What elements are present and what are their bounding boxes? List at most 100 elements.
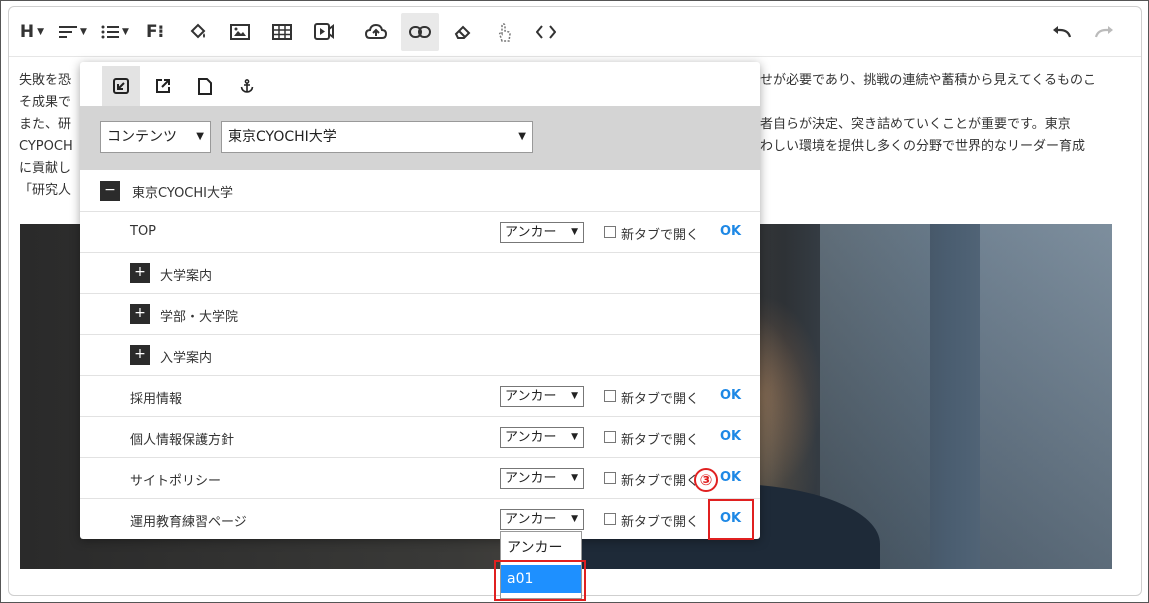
image-button[interactable] — [223, 13, 257, 51]
list-icon — [101, 25, 120, 39]
body-line: 者自らが決定、突き詰めていくことが重要です。東京 — [760, 117, 1071, 132]
external-link-icon — [156, 79, 170, 93]
fill-color-button[interactable] — [181, 13, 215, 51]
anchor-select[interactable]: アンカー ▼ — [500, 386, 584, 407]
ok-button[interactable]: OK — [720, 429, 741, 444]
anchor-select-open[interactable]: アンカー ▼ — [500, 509, 584, 530]
table-icon — [272, 24, 292, 40]
heading-label: H — [19, 22, 35, 42]
eraser-icon — [454, 25, 471, 39]
content-type-value: コンテンツ — [107, 129, 177, 145]
folder-label: 大学案内 — [160, 269, 213, 284]
file-icon — [198, 77, 212, 95]
page-row: TOP アンカー ▼ 新タブで開く OK — [80, 212, 760, 253]
page-row: 採用情報 アンカー ▼ 新タブで開く OK — [80, 376, 760, 417]
tree-root: − 東京CYOCHI大学 — [80, 170, 760, 212]
link-type-tabs — [80, 62, 760, 106]
anchor-value: アンカー — [505, 225, 557, 240]
page-row: サイトポリシー アンカー ▼ 新タブで開く OK — [80, 458, 760, 499]
link-target-selectors: コンテンツ ▼ 東京CYOCHI大学 ▼ — [80, 106, 760, 170]
tree-folder-row: + 大学案内 — [80, 253, 760, 294]
tab-internal-link[interactable] — [102, 66, 140, 106]
expand-toggle[interactable]: + — [130, 263, 150, 283]
page-row-label: サイトポリシー — [130, 474, 222, 489]
folder-label: 入学案内 — [160, 351, 213, 366]
chevron-down-icon: ▼ — [571, 391, 578, 401]
align-icon — [59, 26, 78, 38]
tree-folder-row: + 入学案内 — [80, 335, 760, 376]
new-tab-checkbox[interactable] — [604, 472, 616, 484]
new-tab-label: 新タブで開く — [621, 392, 700, 407]
expand-toggle[interactable]: + — [130, 345, 150, 365]
new-tab-label: 新タブで開く — [621, 433, 700, 448]
folder-label: 学部・大学院 — [160, 310, 239, 325]
chevron-down-icon: ▼ — [571, 514, 578, 524]
anchor-option[interactable]: アンカー — [501, 534, 581, 562]
new-tab-checkbox[interactable] — [604, 226, 616, 238]
collapse-toggle[interactable]: − — [100, 181, 120, 201]
chevron-down-icon: ▼ — [37, 27, 45, 37]
page-row-label: 採用情報 — [130, 392, 183, 407]
chevron-down-icon: ▼ — [80, 27, 87, 37]
chevron-down-icon: ▼ — [571, 432, 578, 442]
anchor-value: アンカー — [505, 471, 557, 486]
tree-root-label: 東京CYOCHI大学 — [132, 186, 233, 201]
undo-button[interactable] — [1045, 13, 1079, 51]
hand-button[interactable] — [487, 13, 521, 51]
page-row: 運用教育練習ページ アンカー ▼ 新タブで開く OK — [80, 499, 760, 540]
anchor-value: アンカー — [505, 389, 557, 404]
anchor-value: アンカー — [505, 512, 557, 527]
link-dialog: コンテンツ ▼ 東京CYOCHI大学 ▼ − 東京CYOCHI大学 TOP アンカー… — [80, 62, 760, 539]
content-type-select[interactable]: コンテンツ ▼ — [100, 121, 211, 153]
ok-button[interactable]: OK — [720, 224, 741, 239]
heading-button[interactable]: H ▼ — [15, 13, 49, 51]
anchor-select[interactable]: アンカー ▼ — [500, 427, 584, 448]
media-icon — [314, 23, 334, 40]
page-row-label: 個人情報保護方針 — [130, 433, 235, 448]
video-button[interactable] — [307, 13, 341, 51]
body-line: わしい環境を提供し多くの分野で世界的なリーダー育成 — [760, 139, 1086, 154]
tree-folder-row: + 学部・大学院 — [80, 294, 760, 335]
chevron-down-icon: ▼ — [571, 227, 578, 237]
format-label: F⁝ — [145, 22, 165, 42]
expand-toggle[interactable]: + — [130, 304, 150, 324]
redo-button[interactable] — [1087, 13, 1121, 51]
new-tab-checkbox[interactable] — [604, 390, 616, 402]
undo-icon — [1053, 26, 1072, 38]
editor-body-text-right[interactable]: せが必要であり、挑戦の連続や蓄積から見えてくるものこ 者自らが決定、突き詰めてい… — [760, 70, 1120, 158]
body-line — [760, 92, 1120, 114]
new-tab-checkbox[interactable] — [604, 513, 616, 525]
internal-link-icon — [113, 78, 129, 94]
page-row-label: 運用教育練習ページ — [130, 515, 247, 530]
list-button[interactable]: ▼ — [97, 13, 133, 51]
new-tab-checkbox[interactable] — [604, 431, 616, 443]
new-tab-label: 新タブで開く — [621, 474, 700, 489]
tab-external-link[interactable] — [144, 66, 182, 106]
upload-button[interactable] — [359, 13, 393, 51]
tab-file-link[interactable] — [186, 66, 224, 106]
ok-button[interactable]: OK — [720, 470, 741, 485]
table-button[interactable] — [265, 13, 299, 51]
new-tab-label: 新タブで開く — [621, 515, 700, 530]
new-tab-label: 新タブで開く — [621, 228, 700, 243]
code-icon — [536, 25, 556, 39]
anchor-select[interactable]: アンカー ▼ — [500, 222, 584, 243]
align-button[interactable]: ▼ — [55, 13, 91, 51]
eraser-button[interactable] — [445, 13, 479, 51]
anchor-select[interactable]: アンカー ▼ — [500, 468, 584, 489]
link-icon — [409, 26, 431, 38]
redo-icon — [1094, 26, 1113, 38]
cloud-upload-icon — [365, 24, 387, 39]
source-code-button[interactable] — [529, 13, 563, 51]
site-value: 東京CYOCHI大学 — [228, 129, 337, 145]
link-button[interactable] — [401, 13, 439, 51]
photo-window — [980, 224, 1112, 569]
page-row: 個人情報保護方針 アンカー ▼ 新タブで開く OK — [80, 417, 760, 458]
tab-anchor-link[interactable] — [228, 66, 266, 106]
image-icon — [230, 24, 250, 40]
format-button[interactable]: F⁝ — [139, 13, 171, 51]
chevron-down-icon: ▼ — [571, 473, 578, 483]
ok-button[interactable]: OK — [720, 388, 741, 403]
site-select[interactable]: 東京CYOCHI大学 ▼ — [221, 121, 533, 153]
editor-toolbar: H ▼ ▼ ▼ F⁝ — [9, 7, 1141, 57]
